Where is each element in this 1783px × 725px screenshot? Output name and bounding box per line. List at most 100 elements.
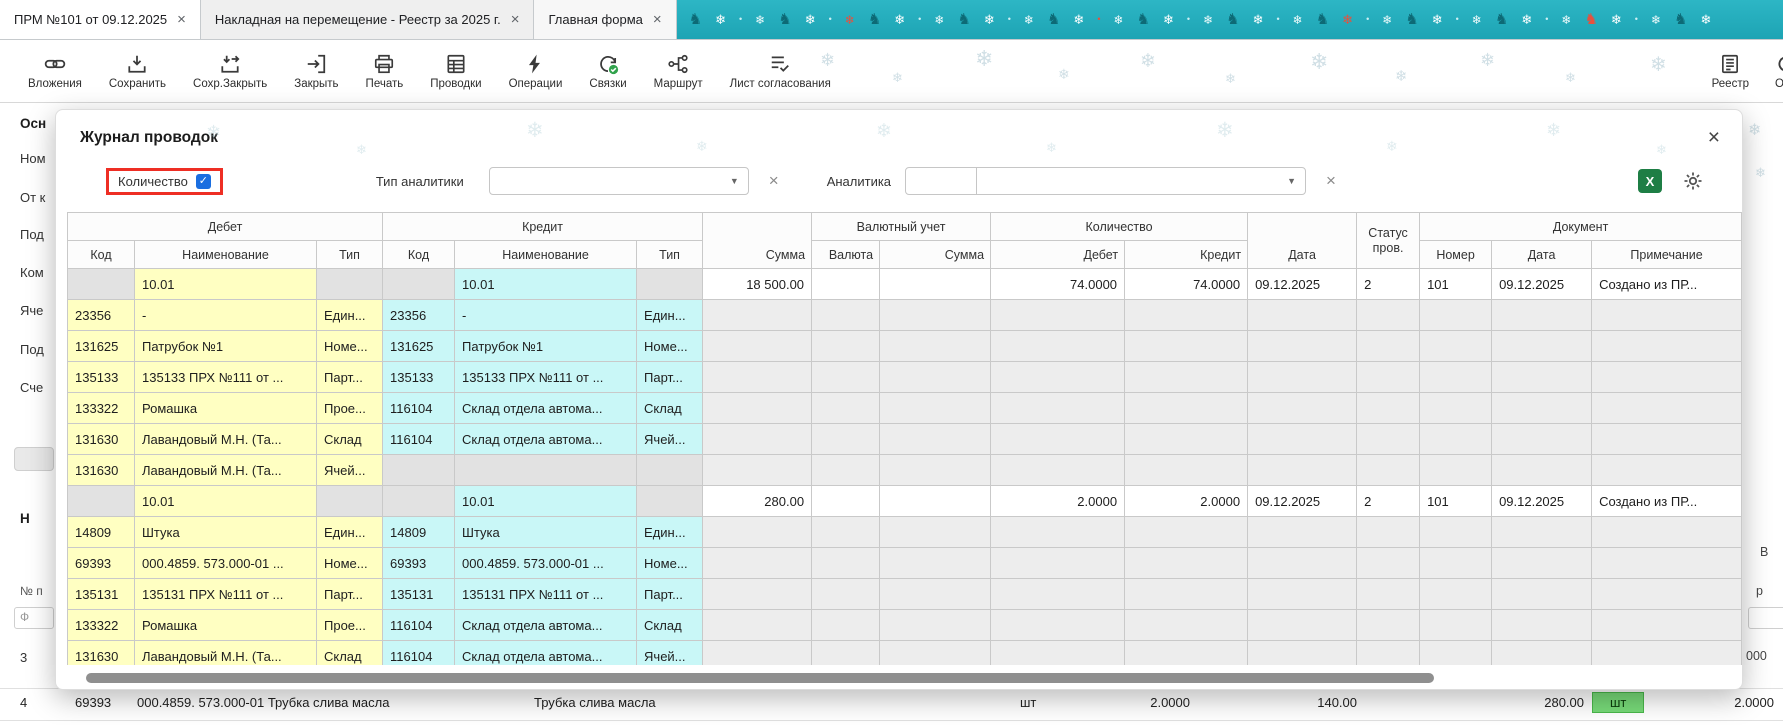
posting-cell[interactable] xyxy=(1592,424,1742,455)
posting-cell[interactable] xyxy=(991,300,1125,331)
tab-main-form[interactable]: Главная форма × xyxy=(534,0,676,39)
posting-cell[interactable] xyxy=(1492,331,1592,362)
posting-cell[interactable] xyxy=(1357,579,1420,610)
posting-cell[interactable] xyxy=(812,486,880,517)
posting-cell[interactable] xyxy=(1492,300,1592,331)
posting-cell[interactable] xyxy=(812,362,880,393)
posting-row-detail[interactable]: 131630Лавандовый М.Н. (Та...Ячей... xyxy=(68,455,1742,486)
posting-cell[interactable] xyxy=(1492,393,1592,424)
posting-cell[interactable]: 14809 xyxy=(383,517,455,548)
posting-cell[interactable] xyxy=(1125,424,1248,455)
posting-cell[interactable] xyxy=(812,269,880,300)
posting-cell[interactable]: 135133 xyxy=(383,362,455,393)
posting-cell[interactable] xyxy=(703,455,812,486)
posting-cell[interactable]: Номе... xyxy=(637,331,703,362)
bg-cell-qty[interactable]: 2.0000 xyxy=(1120,695,1190,710)
posting-cell[interactable]: Ромашка xyxy=(135,393,317,424)
bg-cell-price[interactable]: 140.00 xyxy=(1295,695,1357,710)
posting-cell[interactable] xyxy=(1492,610,1592,641)
posting-cell[interactable] xyxy=(880,455,991,486)
horizontal-scrollbar-thumb[interactable] xyxy=(86,673,1434,683)
posting-cell[interactable] xyxy=(1492,517,1592,548)
posting-cell[interactable] xyxy=(812,331,880,362)
posting-row-detail[interactable]: 133322РомашкаПрое...116104Склад отдела а… xyxy=(68,610,1742,641)
posting-cell[interactable]: Склад отдела автома... xyxy=(455,641,637,666)
toolbar-registry-button[interactable]: Реестр xyxy=(1712,53,1749,90)
posting-cell[interactable]: 135131 xyxy=(383,579,455,610)
posting-cell[interactable]: Создано из ПР... xyxy=(1592,486,1742,517)
bg-cell-unit[interactable]: шт xyxy=(1020,695,1036,710)
posting-cell[interactable] xyxy=(1248,331,1357,362)
posting-cell[interactable]: Парт... xyxy=(637,579,703,610)
posting-cell[interactable]: - xyxy=(135,300,317,331)
posting-cell[interactable] xyxy=(703,393,812,424)
posting-row-detail[interactable]: 23356-Един...23356-Един... xyxy=(68,300,1742,331)
posting-cell[interactable] xyxy=(1357,610,1420,641)
posting-cell[interactable]: Парт... xyxy=(637,362,703,393)
bg-cell-sum[interactable]: 280.00 xyxy=(1518,695,1584,710)
posting-cell[interactable]: 133322 xyxy=(68,610,135,641)
posting-cell[interactable] xyxy=(1420,548,1492,579)
posting-cell[interactable] xyxy=(812,300,880,331)
posting-cell[interactable] xyxy=(1492,424,1592,455)
posting-cell[interactable] xyxy=(880,269,991,300)
posting-cell[interactable] xyxy=(637,455,703,486)
posting-cell[interactable] xyxy=(1592,579,1742,610)
posting-cell[interactable]: 131625 xyxy=(68,331,135,362)
posting-cell[interactable] xyxy=(1357,548,1420,579)
posting-cell[interactable] xyxy=(1248,300,1357,331)
posting-cell[interactable] xyxy=(637,486,703,517)
posting-cell[interactable] xyxy=(703,300,812,331)
toolbar-operations-button[interactable]: Операции xyxy=(509,53,563,90)
posting-cell[interactable] xyxy=(1420,300,1492,331)
posting-cell[interactable] xyxy=(1248,641,1357,666)
posting-cell[interactable]: 000.4859. 573.000-01 ... xyxy=(135,548,317,579)
posting-cell[interactable]: 135133 ПРХ №111 от ... xyxy=(455,362,637,393)
posting-cell[interactable] xyxy=(880,610,991,641)
posting-cell[interactable] xyxy=(1492,362,1592,393)
posting-cell[interactable] xyxy=(1125,393,1248,424)
posting-cell[interactable] xyxy=(1125,579,1248,610)
tab-close-icon[interactable]: × xyxy=(511,12,520,27)
posting-cell[interactable] xyxy=(812,393,880,424)
posting-cell[interactable] xyxy=(1125,610,1248,641)
posting-cell[interactable]: Номе... xyxy=(317,548,383,579)
posting-cell[interactable] xyxy=(383,269,455,300)
posting-cell[interactable] xyxy=(991,641,1125,666)
posting-cell[interactable] xyxy=(1420,579,1492,610)
posting-cell[interactable] xyxy=(703,424,812,455)
posting-row-detail[interactable]: 135131135131 ПРХ №111 от ...Парт...13513… xyxy=(68,579,1742,610)
posting-cell[interactable] xyxy=(812,579,880,610)
posting-cell[interactable]: 135131 ПРХ №111 от ... xyxy=(455,579,637,610)
posting-cell[interactable] xyxy=(991,517,1125,548)
posting-cell[interactable] xyxy=(1248,579,1357,610)
posting-cell[interactable]: 69393 xyxy=(68,548,135,579)
posting-cell[interactable]: 280.00 xyxy=(703,486,812,517)
toolbar-postings-button[interactable]: Проводки xyxy=(430,53,481,90)
posting-cell[interactable] xyxy=(1592,331,1742,362)
posting-cell[interactable]: 116104 xyxy=(383,610,455,641)
quantity-checkbox[interactable]: ✓ xyxy=(196,174,211,189)
posting-cell[interactable] xyxy=(1125,455,1248,486)
posting-cell[interactable] xyxy=(1420,610,1492,641)
posting-row-detail[interactable]: 135133135133 ПРХ №111 от ...Парт...13513… xyxy=(68,362,1742,393)
posting-cell[interactable] xyxy=(880,424,991,455)
posting-cell[interactable] xyxy=(703,517,812,548)
posting-cell[interactable]: 116104 xyxy=(383,424,455,455)
posting-cell[interactable] xyxy=(703,579,812,610)
posting-cell[interactable] xyxy=(1420,424,1492,455)
posting-cell[interactable] xyxy=(1420,331,1492,362)
posting-cell[interactable]: Ячей... xyxy=(637,641,703,666)
posting-row-detail[interactable]: 131625Патрубок №1Номе...131625Патрубок №… xyxy=(68,331,1742,362)
posting-cell[interactable] xyxy=(1125,641,1248,666)
posting-cell[interactable] xyxy=(1125,300,1248,331)
posting-cell[interactable]: Создано из ПР... xyxy=(1592,269,1742,300)
posting-cell[interactable] xyxy=(1492,455,1592,486)
posting-cell[interactable]: Лавандовый М.Н. (Та... xyxy=(135,424,317,455)
posting-cell[interactable] xyxy=(812,517,880,548)
posting-cell[interactable] xyxy=(317,486,383,517)
toolbar-refresh-button[interactable]: Обн xyxy=(1775,53,1783,90)
settings-gear-icon[interactable] xyxy=(1682,170,1704,192)
posting-cell[interactable] xyxy=(1592,393,1742,424)
posting-cell[interactable] xyxy=(637,269,703,300)
